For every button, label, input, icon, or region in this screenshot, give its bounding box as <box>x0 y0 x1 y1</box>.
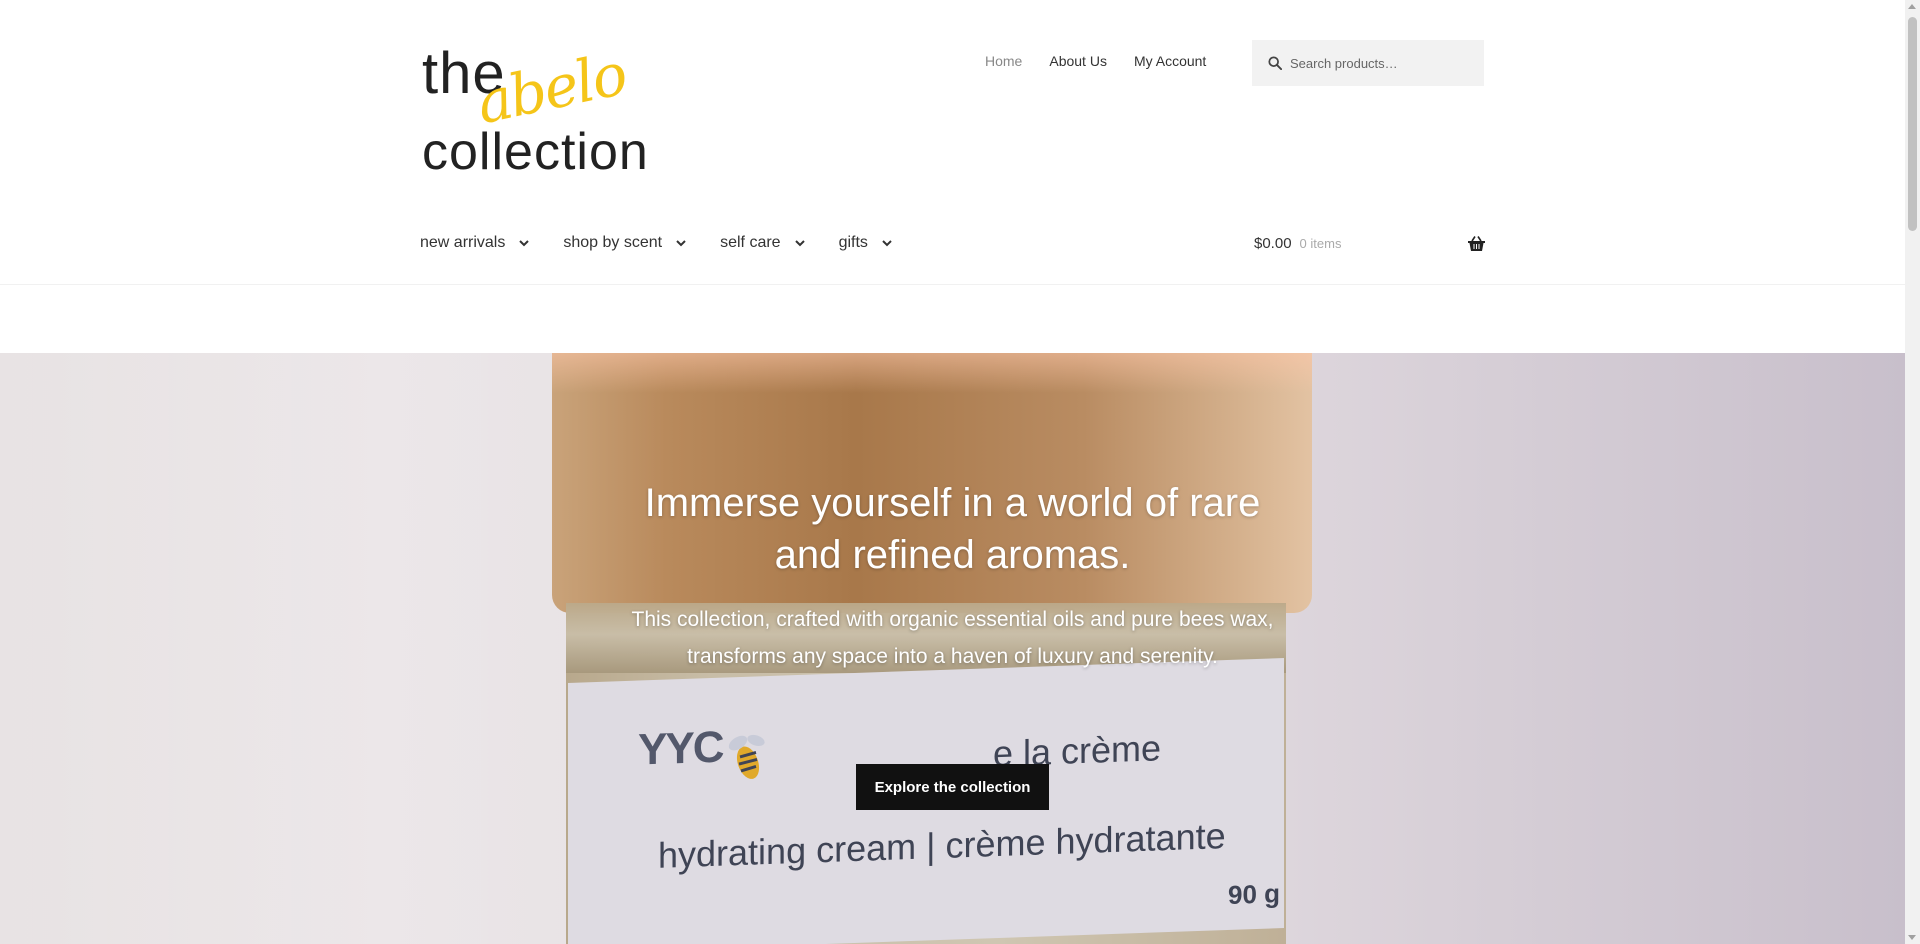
page: the abelo collection Home About Us My Ac… <box>0 0 1905 944</box>
jar-label-brand: YYC <box>638 722 723 775</box>
search-icon <box>1268 56 1282 70</box>
hero-content: Immerse yourself in a world of rare and … <box>0 477 1905 675</box>
scroll-up-arrow-icon[interactable] <box>1908 4 1916 9</box>
cart-amount: $0.00 <box>1254 235 1292 252</box>
cart-summary[interactable]: $0.00 0 items <box>1254 235 1485 252</box>
primary-navigation: new arrivals shop by scent self care gif… <box>420 234 892 252</box>
chevron-down-icon <box>676 239 686 246</box>
cart-item-count: 0 items <box>1299 236 1342 251</box>
menu-item-new-arrivals[interactable]: new arrivals <box>420 234 530 252</box>
menu-item-label: gifts <box>838 234 868 251</box>
menu-item-shop-by-scent[interactable]: shop by scent <box>563 234 686 252</box>
site-logo[interactable]: the abelo collection <box>420 40 660 181</box>
hero-banner: YYC e la crème hydrating cream | crème h… <box>0 353 1905 944</box>
bee-icon <box>728 734 765 779</box>
secondary-navigation: Home About Us My Account <box>985 53 1206 69</box>
nav-link-my-account[interactable]: My Account <box>1134 53 1206 69</box>
hero-subtitle: This collection, crafted with organic es… <box>631 608 1274 668</box>
search-input[interactable] <box>1290 55 1470 71</box>
nav-link-home[interactable]: Home <box>985 53 1022 69</box>
menu-item-label: new arrivals <box>420 234 506 251</box>
hero-title: Immerse yourself in a world of rare and … <box>644 481 1261 577</box>
menu-item-label: shop by scent <box>563 234 663 251</box>
menu-item-label: self care <box>720 234 781 251</box>
basket-icon <box>1468 236 1485 251</box>
chevron-down-icon <box>519 239 530 246</box>
jar-label-weight: 90 g <box>1228 878 1281 910</box>
logo-text-collection: collection <box>422 123 649 181</box>
site-header: the abelo collection Home About Us My Ac… <box>0 0 1905 285</box>
menu-item-gifts[interactable]: gifts <box>839 234 892 252</box>
product-search <box>1252 40 1484 86</box>
nav-link-about-us[interactable]: About Us <box>1049 53 1107 69</box>
scrollbar-thumb[interactable] <box>1908 17 1917 231</box>
chevron-down-icon <box>794 239 805 246</box>
chevron-down-icon <box>882 239 892 246</box>
vertical-scrollbar[interactable] <box>1905 0 1920 944</box>
explore-collection-button[interactable]: Explore the collection <box>856 764 1049 810</box>
scroll-down-arrow-icon[interactable] <box>1908 935 1916 940</box>
jar-label-description: hydrating cream | crème hydratante <box>658 815 1226 876</box>
menu-item-self-care[interactable]: self care <box>720 234 805 252</box>
